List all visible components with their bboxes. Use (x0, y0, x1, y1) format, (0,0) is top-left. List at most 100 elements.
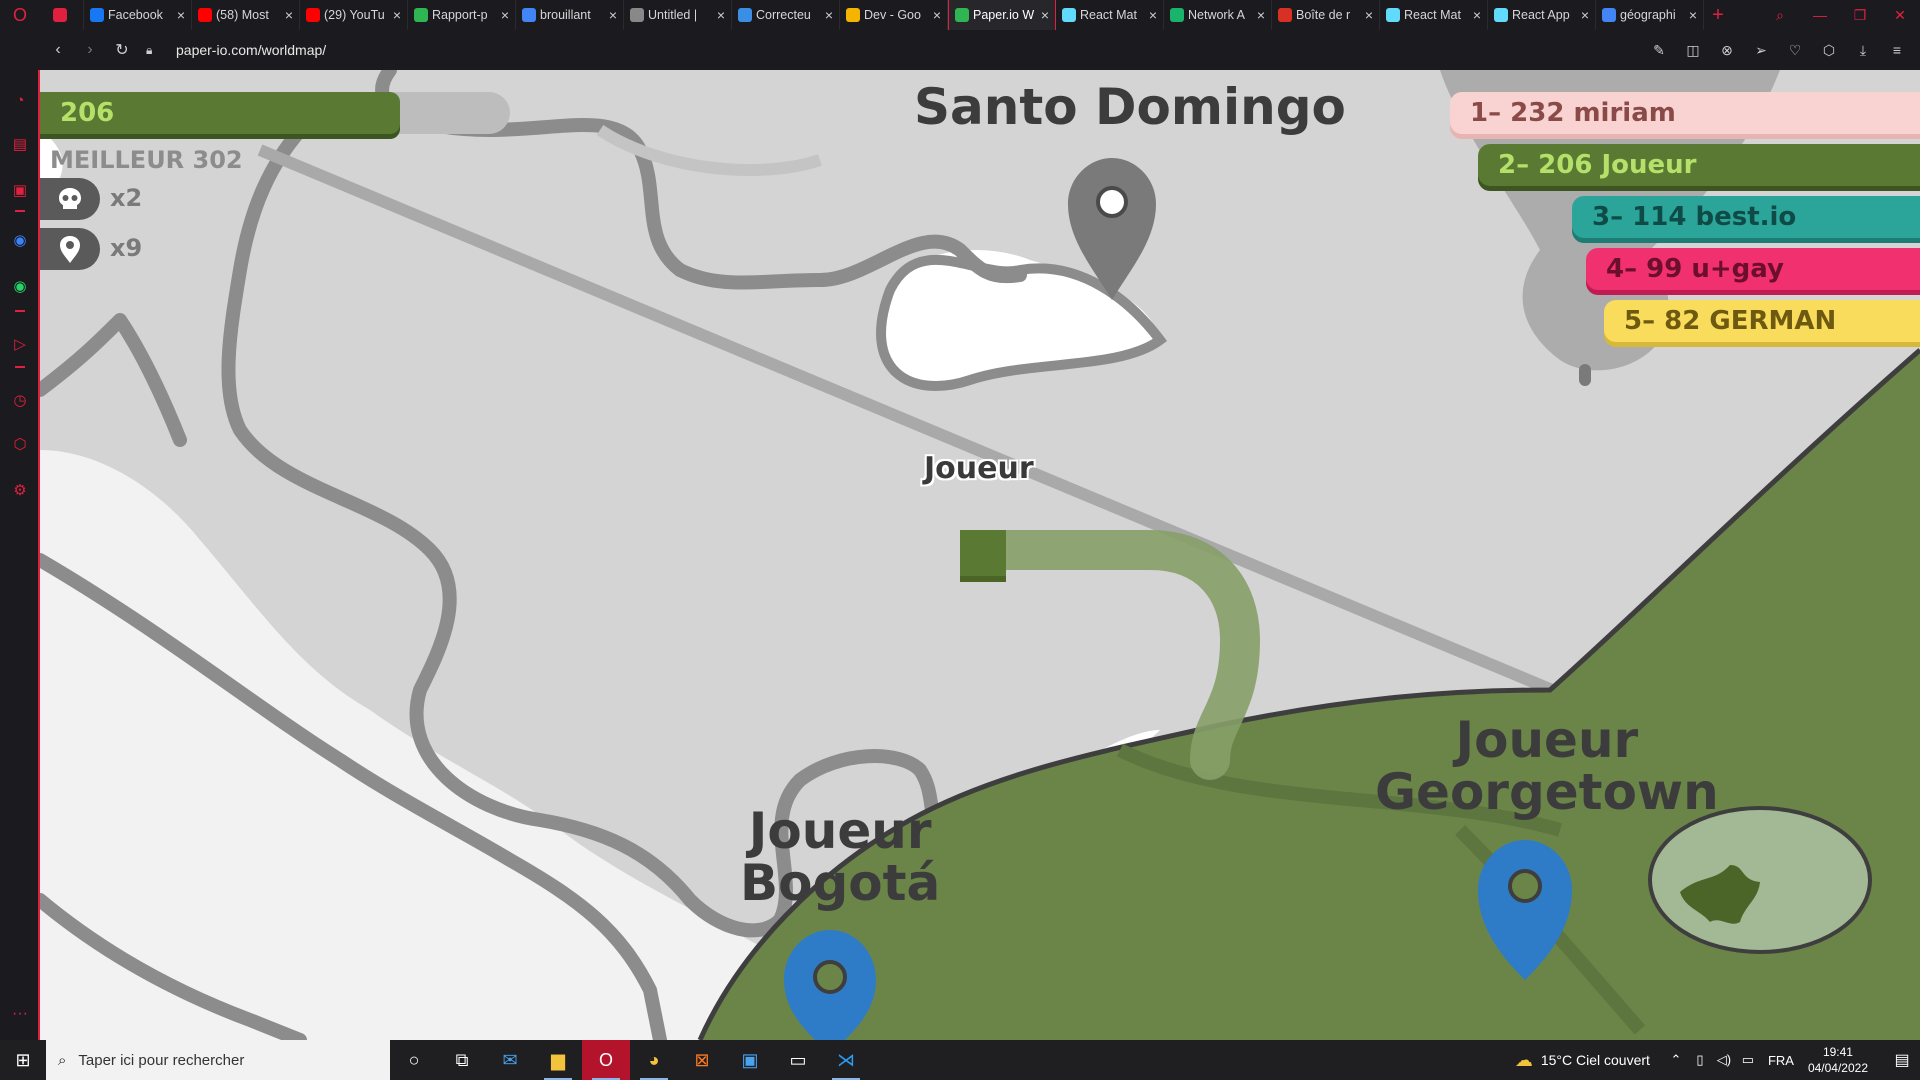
browser-tab[interactable]: Untitled | × (624, 0, 732, 30)
back-button[interactable]: ‹ (42, 34, 74, 66)
close-tab-icon[interactable]: × (933, 7, 941, 23)
weather-text[interactable]: 15°C Ciel couvert (1541, 1052, 1650, 1068)
search-icon: ⌕ (58, 1051, 67, 1069)
language-indicator[interactable]: FRA (1768, 1053, 1794, 1068)
map-pin-icon (60, 236, 80, 263)
minimize-button[interactable]: — (1800, 0, 1840, 30)
close-tab-icon[interactable]: × (1041, 7, 1049, 23)
browser-tab[interactable]: Facebook × (84, 0, 192, 30)
snapshot-icon[interactable]: ◫ (1676, 34, 1710, 66)
cortana-icon[interactable]: ○ (390, 1040, 438, 1080)
browser-tab[interactable]: Paper.io W × (948, 0, 1056, 30)
browser-tab[interactable]: React Mat × (1056, 0, 1164, 30)
mail-app-icon[interactable]: ✉ (486, 1040, 534, 1080)
leaderboard-row: 2– 206 Joueur (1478, 144, 1920, 186)
shopping-bag-icon[interactable]: ▤ (8, 132, 32, 156)
network-icon[interactable]: ▭ (1736, 1052, 1760, 1068)
close-tab-icon[interactable]: × (609, 7, 617, 23)
taskbar-search[interactable]: ⌕ Taper ici pour rechercher (46, 1040, 390, 1080)
adblock-icon[interactable]: ⊗ (1710, 34, 1744, 66)
window-controls: ⌕ — ❐ ✕ (1760, 0, 1920, 30)
opera-sidebar: ◔ ▤ ▣ ◉ ◉ ▷ ◷ ⬡ ⚙ ··· (0, 70, 40, 1040)
close-tab-icon[interactable]: × (717, 7, 725, 23)
address-tools: ✎ ◫ ⊗ ➢ ♡ ⬡ ⤓ ≡ (1642, 34, 1914, 66)
terminal-app-icon[interactable]: ▭ (774, 1040, 822, 1080)
react-icon (1494, 8, 1508, 22)
start-button[interactable]: ⊞ (0, 1040, 46, 1080)
heart-icon[interactable]: ♡ (1778, 34, 1812, 66)
new-tab-button[interactable]: + (1704, 0, 1732, 30)
chevron-up-icon[interactable]: ⌃ (1664, 1052, 1688, 1068)
search-tabs-icon[interactable]: ⌕ (1760, 0, 1800, 30)
opera-app-icon[interactable]: O (582, 1040, 630, 1080)
close-tab-icon[interactable]: × (1149, 7, 1157, 23)
close-tab-icon[interactable]: × (285, 7, 293, 23)
browser-tab[interactable]: Boîte de r × (1272, 0, 1380, 30)
close-tab-icon[interactable]: × (1257, 7, 1265, 23)
browser-tab[interactable]: Network A × (1164, 0, 1272, 30)
close-tab-icon[interactable]: × (1689, 7, 1697, 23)
reload-button[interactable]: ↻ (106, 34, 138, 66)
lock-icon[interactable]: 🔒︎ (146, 43, 164, 58)
file-explorer-icon[interactable]: ▆ (534, 1040, 582, 1080)
speed-dial-icon[interactable]: ◔ (8, 88, 32, 112)
close-tab-icon[interactable]: × (393, 7, 401, 23)
browser-tab[interactable]: React App × (1488, 0, 1596, 30)
tab-label: Network A (1188, 8, 1245, 22)
browser-tab[interactable]: brouillant × (516, 0, 624, 30)
twitch-icon[interactable]: ▣ (8, 178, 32, 202)
menu-icon[interactable]: ≡ (1880, 34, 1914, 66)
chrome-app-icon[interactable]: ◕ (630, 1040, 678, 1080)
close-tab-icon[interactable]: × (1473, 7, 1481, 23)
tab-label: React Mat (1080, 8, 1137, 22)
vscode-app-icon[interactable]: ⋊ (822, 1040, 870, 1080)
extensions-icon[interactable]: ⬡ (8, 432, 32, 456)
close-tab-icon[interactable]: × (825, 7, 833, 23)
messenger-icon[interactable]: ◉ (8, 228, 32, 252)
edit-icon[interactable]: ✎ (1642, 34, 1676, 66)
weather-cloud-icon[interactable]: ☁ (1515, 1050, 1533, 1071)
youtube-icon (306, 8, 320, 22)
more-icon[interactable]: ··· (8, 1005, 32, 1023)
close-tab-icon[interactable]: × (1581, 7, 1589, 23)
tab-label: Untitled | (648, 8, 698, 22)
close-window-button[interactable]: ✕ (1880, 0, 1920, 30)
task-view-icon[interactable]: ⧉ (438, 1040, 486, 1080)
extensions-cube-icon[interactable]: ⬡ (1812, 34, 1846, 66)
opera-logo-icon[interactable]: O (0, 0, 40, 30)
close-tab-icon[interactable]: × (501, 7, 509, 23)
download-icon[interactable]: ⤓ (1846, 34, 1880, 66)
sidebar-separator (15, 310, 25, 312)
close-tab-icon[interactable]: × (177, 7, 185, 23)
border-line (40, 313, 187, 447)
forward-button[interactable]: › (74, 34, 106, 66)
browser-tab[interactable] (40, 0, 84, 30)
whatsapp-icon[interactable]: ◉ (8, 274, 32, 298)
notifications-icon[interactable]: ▤ (1884, 1050, 1920, 1070)
tab-label: Facebook (108, 8, 163, 22)
close-tab-icon[interactable]: × (1365, 7, 1373, 23)
browser-tab[interactable]: Rapport-p × (408, 0, 516, 30)
browser-tab[interactable]: Correcteu × (732, 0, 840, 30)
browser-tab[interactable]: (58) Most × (192, 0, 300, 30)
player-icon[interactable]: ▷ (8, 332, 32, 356)
battery-icon[interactable]: ▯ (1688, 1052, 1712, 1068)
settings-gear-icon[interactable]: ⚙ (8, 478, 32, 502)
leaderboard-row: 1– 232 miriam (1450, 92, 1920, 134)
browser-tab[interactable]: géographi × (1596, 0, 1704, 30)
player-head-top (960, 530, 1006, 576)
xampp-app-icon[interactable]: ⊠ (678, 1040, 726, 1080)
url-field[interactable]: paper-io.com/worldmap/ (176, 42, 326, 58)
browser-tab[interactable]: (29) YouTu × (300, 0, 408, 30)
docs-icon (522, 8, 536, 22)
clock[interactable]: 19:41 04/04/2022 (1808, 1044, 1868, 1076)
browser-tab[interactable]: Dev - Goo × (840, 0, 948, 30)
history-icon[interactable]: ◷ (8, 388, 32, 412)
tab-label: React App (1512, 8, 1570, 22)
restore-button[interactable]: ❐ (1840, 0, 1880, 30)
photos-app-icon[interactable]: ▣ (726, 1040, 774, 1080)
send-icon[interactable]: ➢ (1744, 34, 1778, 66)
browser-tab[interactable]: React Mat × (1380, 0, 1488, 30)
volume-icon[interactable]: ◁) (1712, 1052, 1736, 1068)
game-canvas[interactable]: Santo Domingo Joueur Joueur Bogotá Joueu… (40, 70, 1920, 1040)
